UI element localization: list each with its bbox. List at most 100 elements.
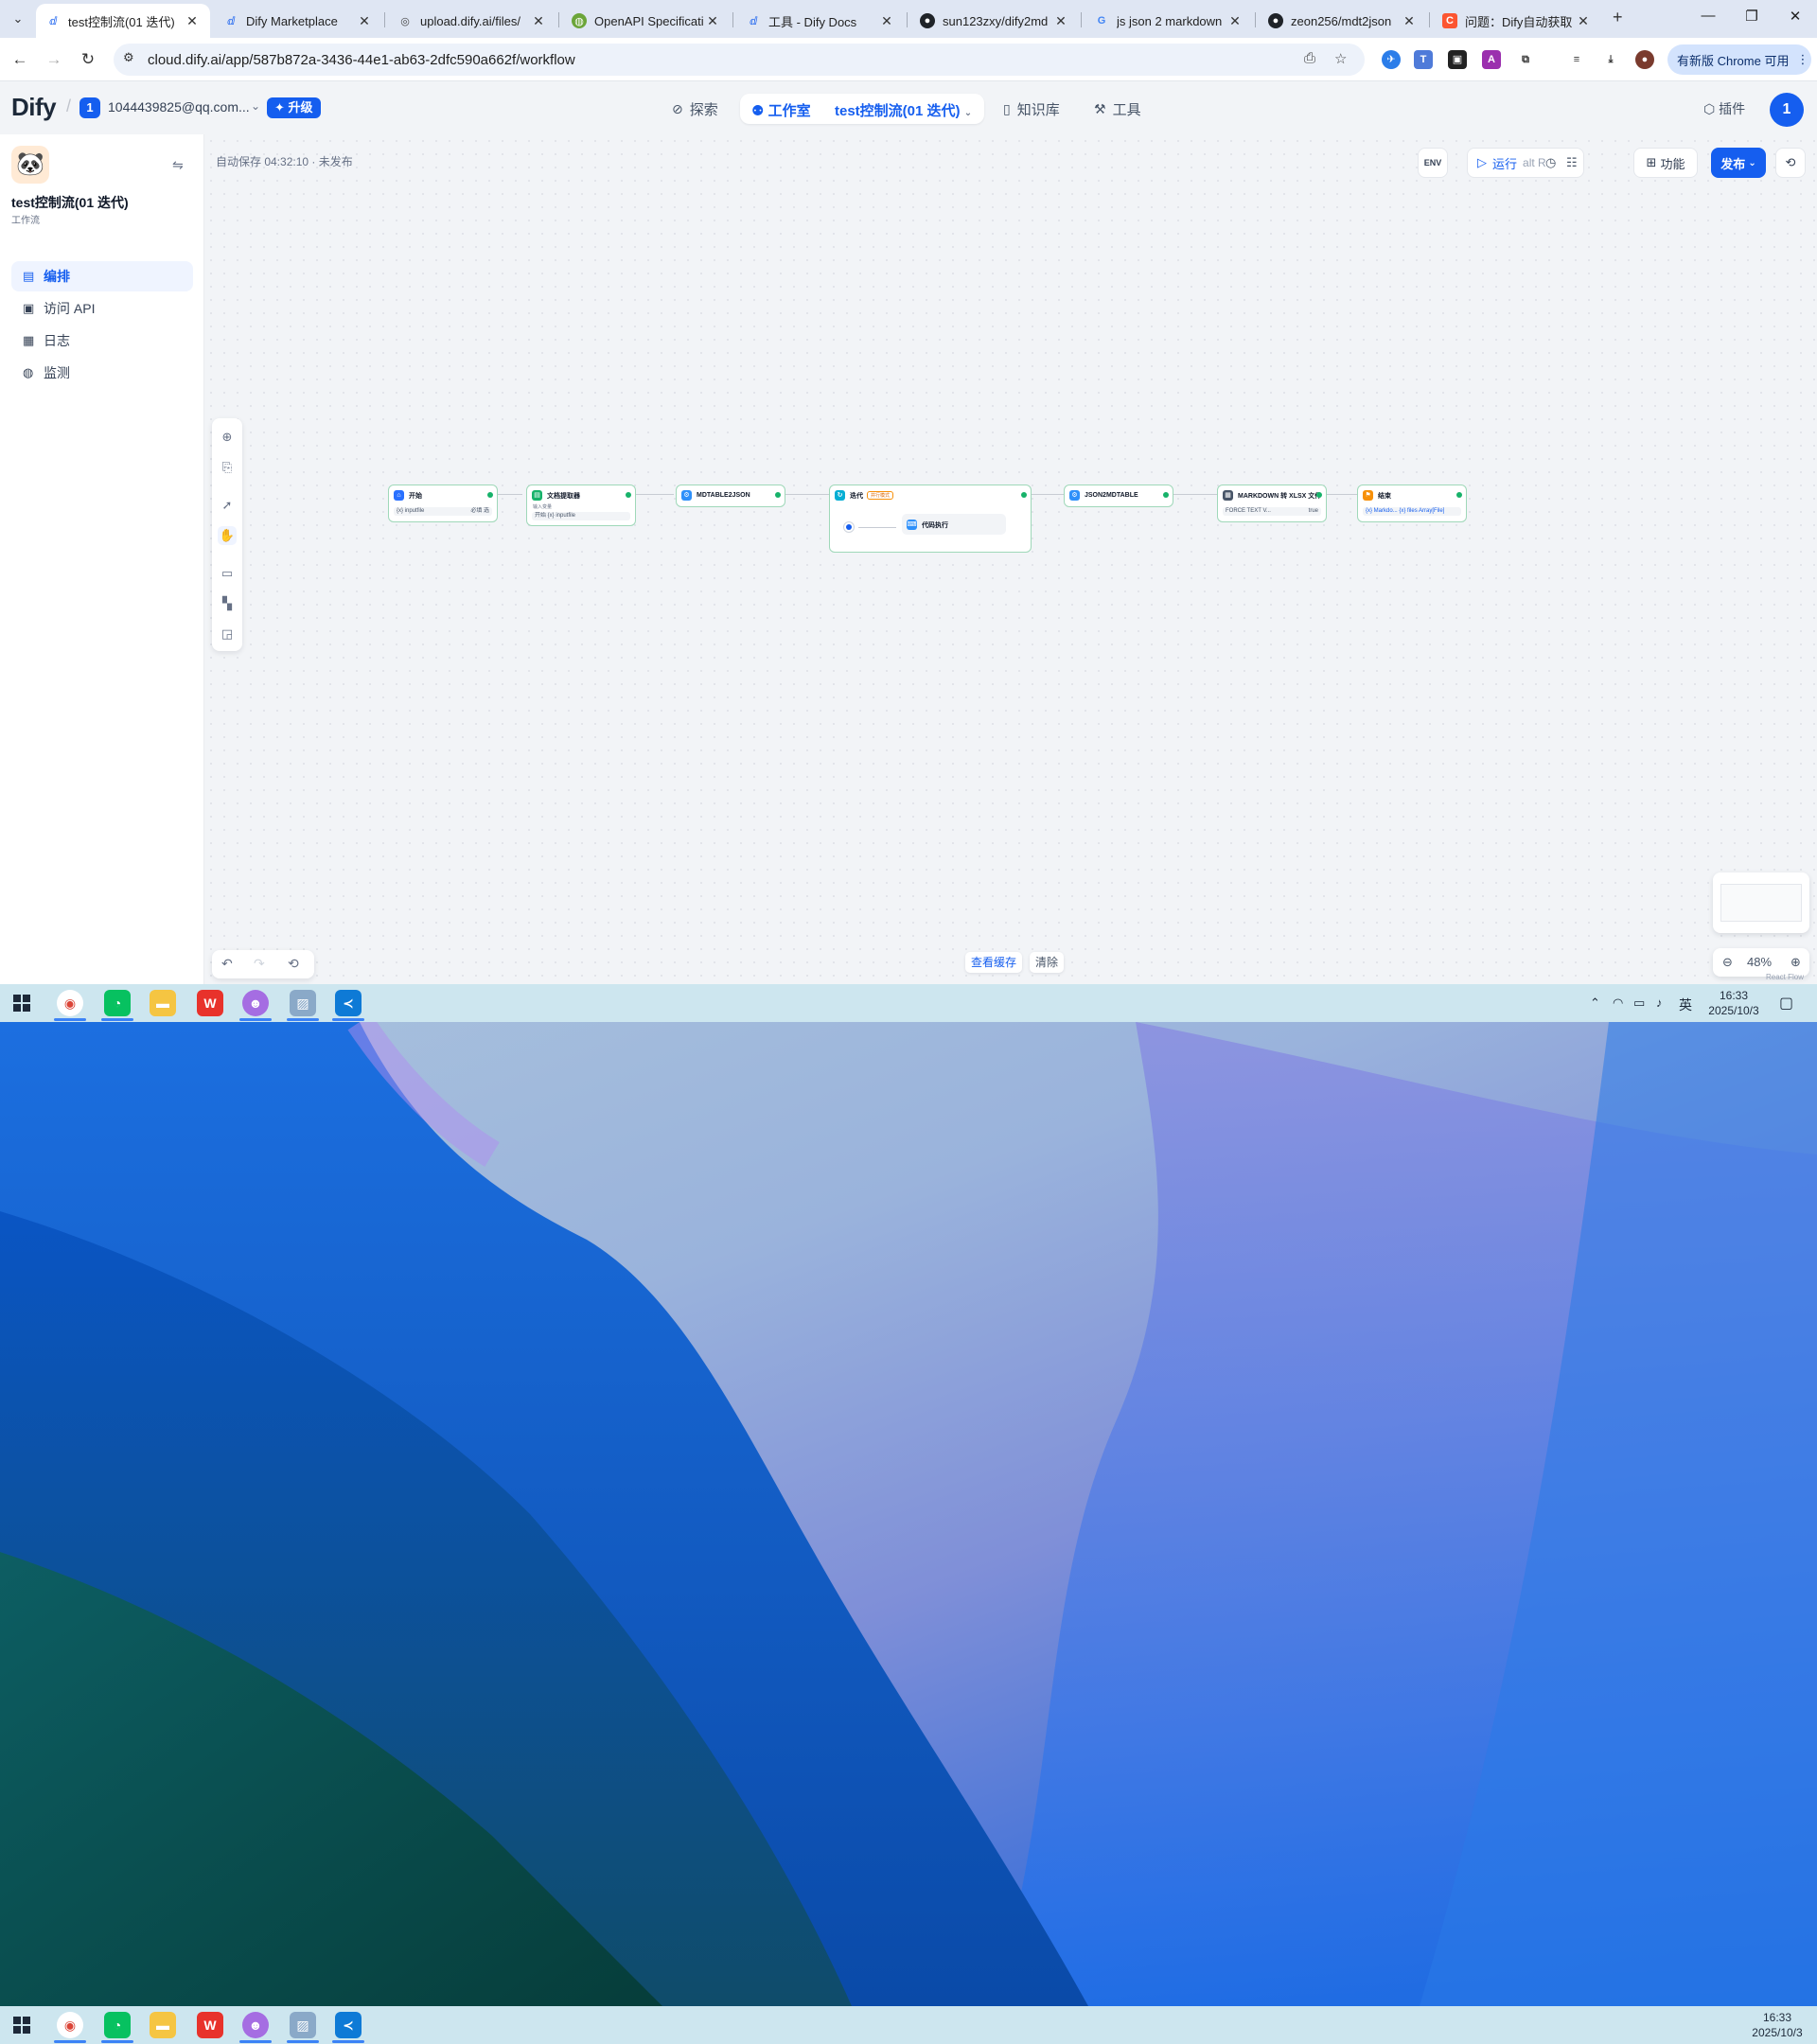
close-icon[interactable]: ✕ (1575, 13, 1592, 29)
chrome-icon[interactable]: ◉ (54, 990, 86, 1021)
user-avatar[interactable]: 1 (1770, 93, 1804, 127)
tab-search-icon[interactable]: ⌄ (6, 8, 30, 30)
chevron-down-icon[interactable]: ⌄ (251, 99, 260, 113)
workflow-node-code[interactable]: ⌨ 代码执行 (902, 514, 1006, 535)
pet-app-icon[interactable]: ☻ (239, 990, 272, 1021)
photos-icon[interactable]: ▨ (287, 2012, 319, 2043)
extension-icon[interactable]: ▣ (1448, 50, 1467, 69)
close-icon[interactable]: ✕ (530, 13, 547, 29)
minimap-toggle-icon[interactable]: ◲ (218, 625, 237, 643)
workflow-canvas[interactable]: 自动保存 04:32:10 · 未发布 ENV ▷ 运行 alt R ◷ ☷ ⊞… (204, 134, 1817, 984)
tab-upload-files[interactable]: ◎ upload.dify.ai/files/ ✕ (388, 4, 556, 38)
clear-cache-button[interactable]: 清除 (1030, 952, 1065, 973)
tab-dify-docs[interactable]: ⅆ 工具 - Dify Docs ✕ (736, 4, 905, 38)
clock[interactable]: 16:33 2025/10/3 (1741, 2010, 1813, 2040)
close-icon[interactable]: ✕ (184, 13, 201, 29)
download-icon[interactable]: ⤓ (1601, 50, 1620, 69)
sidebar-item-logs[interactable]: ▦ 日志 (11, 326, 193, 356)
plugins-button[interactable]: ⬡ 插件 (1703, 99, 1745, 118)
publish-button[interactable]: 发布 ⌄ (1711, 148, 1766, 178)
media-control-icon[interactable]: ≡ (1567, 50, 1586, 69)
wechat-icon[interactable]: ◔ (101, 990, 133, 1021)
close-icon[interactable]: ✕ (356, 13, 373, 29)
checklist-icon[interactable]: ☷ (1566, 155, 1578, 170)
notification-icon[interactable]: ▢ (1779, 994, 1793, 1013)
pet-app-icon[interactable]: ☻ (239, 2012, 272, 2043)
sidebar-item-orchestrate[interactable]: ▤ 编排 (11, 261, 193, 291)
minimize-button[interactable]: — (1694, 8, 1722, 24)
tab-dify-marketplace[interactable]: ⅆ Dify Marketplace ✕ (214, 4, 382, 38)
translate-extension-icon[interactable]: T (1414, 50, 1433, 69)
features-button[interactable]: ⊞ 功能 (1633, 148, 1698, 178)
bookmark-star-icon[interactable]: ☆ (1334, 50, 1347, 67)
wps-icon[interactable]: W (197, 990, 223, 1016)
zoom-in-icon[interactable]: ⊕ (1791, 955, 1801, 970)
forward-button[interactable]: → (42, 47, 66, 72)
site-info-icon[interactable]: ⚙ (123, 50, 134, 65)
chrome-icon[interactable]: ◉ (54, 2012, 86, 2043)
undo-icon[interactable]: ↶ (221, 956, 233, 972)
upgrade-button[interactable]: ✦ 升级 (267, 97, 321, 118)
photos-icon[interactable]: ▨ (287, 990, 319, 1021)
current-app-selector[interactable]: test控制流(01 迭代) ⌄ (835, 100, 972, 120)
extension-icon[interactable]: ✈ (1382, 50, 1401, 69)
workflow-node-iteration[interactable]: ↻ 迭代 并行模式 ⌨ 代码执行 (829, 485, 1032, 553)
nav-studio[interactable]: ⚉ 工作室 test控制流(01 迭代) ⌄ (740, 94, 984, 124)
chrome-update-button[interactable]: 有新版 Chrome 可用 ⋮ (1667, 44, 1811, 75)
windows-start-icon[interactable] (13, 2017, 30, 2034)
extensions-puzzle-icon[interactable]: ⧉ (1516, 50, 1535, 69)
export-image-icon[interactable]: ▭ (218, 564, 237, 583)
tab-test-workflow[interactable]: ⅆ test控制流(01 迭代) ✕ (36, 4, 210, 38)
dify-logo[interactable]: Dify (11, 93, 57, 122)
vscode-icon[interactable]: ≺ (332, 2012, 364, 2043)
volume-icon[interactable]: ♪ (1656, 996, 1663, 1010)
zoom-level[interactable]: 48% (1747, 955, 1772, 969)
workflow-node-mdtable2json[interactable]: ⚙ MDTABLE2JSON (676, 485, 785, 507)
install-app-icon[interactable]: ⎙ (1304, 50, 1315, 66)
tab-google-search[interactable]: G js json 2 markdown ✕ (1085, 4, 1253, 38)
nav-studio-link[interactable]: ⚉ 工作室 (751, 100, 811, 120)
file-explorer-icon[interactable]: ▬ (150, 990, 176, 1016)
nav-explore[interactable]: ⊘ 探索 (672, 95, 718, 123)
history-check-icon[interactable]: ◷ (1545, 155, 1556, 170)
workflow-node-doc-extractor[interactable]: ▤ 文档提取器 输入变量 开始 {x} inputfile (526, 485, 636, 526)
address-bar[interactable]: ⚙ cloud.dify.ai/app/587b872a-3436-44e1-a… (114, 44, 1365, 76)
view-cache-button[interactable]: 查看缓存 (965, 952, 1023, 973)
extension-icon[interactable]: A (1482, 50, 1501, 69)
add-node-icon[interactable]: ⊕ (218, 428, 237, 447)
run-button[interactable]: ▷ 运行 alt R ◷ ☷ (1467, 148, 1584, 178)
close-icon[interactable]: ✕ (704, 13, 721, 29)
zoom-out-icon[interactable]: ⊖ (1722, 955, 1733, 970)
redo-icon[interactable]: ↷ (254, 956, 265, 972)
nav-tools[interactable]: ⚒ 工具 (1094, 95, 1141, 123)
reload-button[interactable]: ↻ (76, 47, 100, 72)
workspace-name[interactable]: 1044439825@qq.com... (108, 99, 250, 115)
back-button[interactable]: ← (8, 47, 32, 72)
nav-knowledge[interactable]: ▯ 知识库 (1003, 95, 1060, 123)
wps-icon[interactable]: W (197, 2012, 223, 2038)
wechat-icon[interactable]: ◔ (101, 2012, 133, 2043)
tab-github-mdt2json[interactable]: ● zeon256/mdt2json ✕ (1259, 4, 1427, 38)
close-icon[interactable]: ✕ (1052, 13, 1069, 29)
restore-button[interactable]: ❐ (1738, 8, 1766, 25)
minimap[interactable] (1713, 872, 1809, 933)
close-icon[interactable]: ✕ (878, 13, 895, 29)
reactflow-attribution[interactable]: React Flow (1766, 973, 1804, 981)
url-text[interactable]: cloud.dify.ai/app/587b872a-3436-44e1-ab6… (148, 52, 575, 68)
windows-start-icon[interactable] (13, 995, 30, 1012)
clock[interactable]: 16:33 2025/10/3 (1700, 988, 1768, 1018)
workflow-node-json2mdtable[interactable]: ⚙ JSON2MDTABLE (1064, 485, 1173, 507)
organize-nodes-icon[interactable]: ▚ (218, 594, 237, 613)
tab-csdn-question[interactable]: C 问题：Dify自动获取 ✕ (1433, 4, 1601, 38)
workflow-node-md-to-xlsx[interactable]: ▦ MARKDOWN 转 XLSX 文件 FORCE TEXT V... true (1217, 485, 1327, 522)
profile-avatar[interactable]: ● (1635, 50, 1654, 69)
history-icon[interactable]: ⟲ (288, 956, 299, 972)
sidebar-item-api[interactable]: ▣ 访问 API (11, 293, 193, 324)
workflow-node-end[interactable]: ⚑ 结束 {x} Markdo... {x} files Array[File] (1357, 485, 1467, 522)
workflow-node-start[interactable]: ⌂ 开始 {x} inputfile 必填 选 (388, 485, 498, 522)
pointer-icon[interactable]: ➚ (218, 496, 237, 515)
sidebar-toggle-icon[interactable]: ⇋ (172, 157, 184, 173)
version-history-button[interactable]: ⟲ (1775, 148, 1806, 178)
battery-icon[interactable]: ▭ (1633, 996, 1645, 1011)
network-icon[interactable]: ◠ (1613, 996, 1623, 1011)
